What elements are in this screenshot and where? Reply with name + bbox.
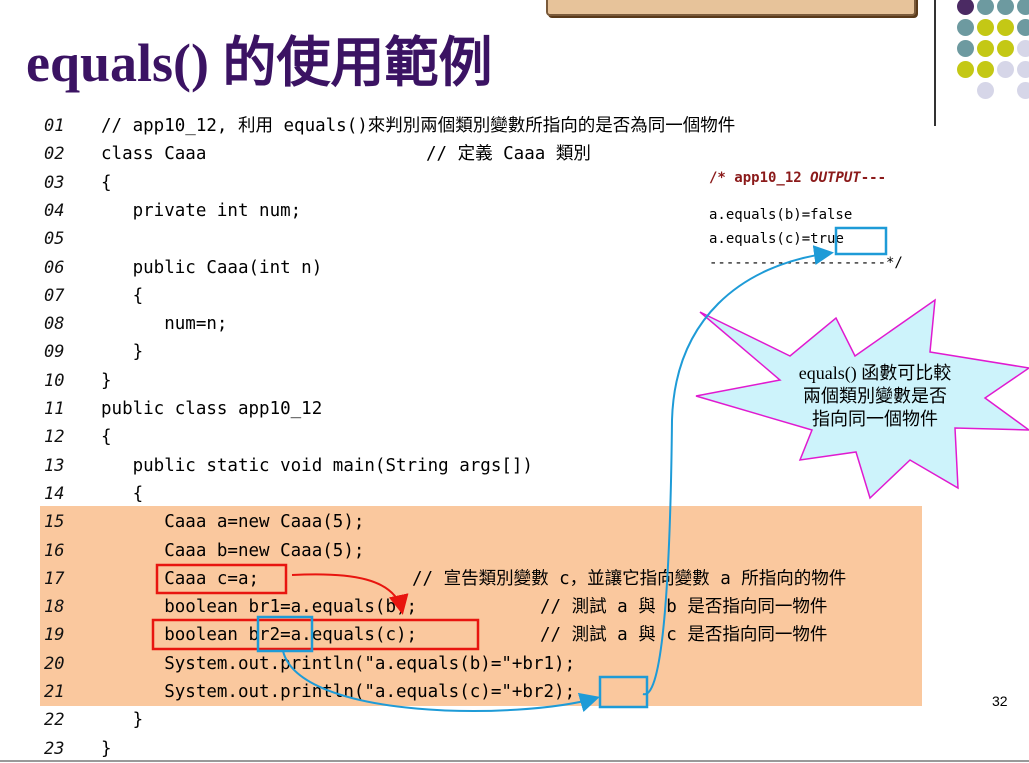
red-arrow <box>291 573 409 615</box>
bottom-rule <box>0 760 1029 762</box>
callout-text: equals() 函數可比較 兩個類別變數是否 指向同一個物件 <box>770 362 980 431</box>
blue-box-true <box>834 226 888 256</box>
blue-box-br2 <box>256 615 314 653</box>
callout-line-3: 指向同一個物件 <box>812 409 938 429</box>
callout-line-2: 兩個類別變數是否 <box>803 386 947 406</box>
red-box-c-assign <box>155 563 288 595</box>
page-number: 32 <box>992 693 1008 709</box>
blue-arrow-print-to-output <box>642 245 834 696</box>
blue-box-br2-print <box>598 675 649 709</box>
red-box-br2-line <box>151 618 480 651</box>
blue-arrow-br2-to-print <box>282 650 600 713</box>
callout-line-1: equals() 函數可比較 <box>798 363 952 383</box>
